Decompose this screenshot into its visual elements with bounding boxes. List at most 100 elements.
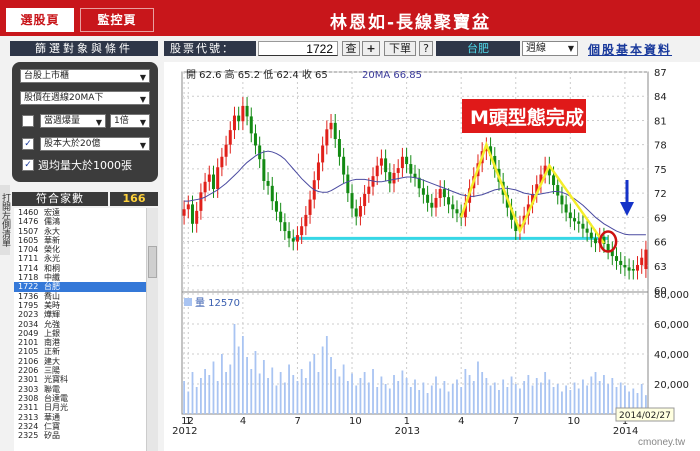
candle-body [577,221,581,224]
volume-bar [561,391,563,414]
stock-list-item[interactable]: 2105 正新 [14,347,146,356]
stock-list-code: 1460 [18,208,39,217]
stock-list-item[interactable]: 1476 儒鴻 [14,217,146,226]
volume-bar [590,376,593,414]
price-condition-select[interactable]: 股價在週線20MA下 ▼ [20,91,150,105]
stock-list-item[interactable]: 1704 榮化 [14,245,146,254]
order-button[interactable]: 下單 [384,41,416,56]
scrollbar-thumb[interactable] [148,246,157,278]
match-count-value: 166 [110,192,158,206]
candle-body [224,144,228,157]
candle-body [321,145,325,163]
candle-body [207,174,211,182]
stock-list-code: 2301 [18,375,39,385]
stock-list-item[interactable]: 2049 上銀 [14,329,146,338]
x-tick-label: 10 [567,416,580,427]
period-select[interactable]: 週線 ▼ [522,41,578,56]
volume-checkbox[interactable] [22,115,34,127]
help-button[interactable]: ? [419,41,433,56]
stock-list-scrollbar[interactable] [146,208,158,451]
stock-list-code: 2313 [18,412,39,422]
stock-list-code: 2101 [18,338,39,348]
volume-bar [603,375,605,414]
volume-bar [183,381,185,414]
stock-code-input[interactable] [258,41,338,56]
market-select[interactable]: 台股上市櫃 ▼ [20,69,150,83]
stock-list-item[interactable]: 2324 仁寶 [14,422,146,431]
candle-body [186,204,190,210]
volume-bar [237,346,240,414]
price-tick-label: 72 [654,189,667,200]
candle-body [241,105,245,122]
avg-volume-label: 週均量大於1000張 [38,159,132,172]
stock-list-code: 1718 [18,273,39,283]
candle-body [249,116,253,134]
volume-bar [258,373,261,414]
stock-list-item[interactable]: 2101 南港 [14,338,146,347]
stock-list-name: 正新 [44,347,60,357]
volume-bar [388,388,391,414]
capital-select[interactable]: 股本大於20億 ▼ [40,137,150,151]
candle-body [388,172,392,184]
stock-list-item[interactable]: 1460 宏遠 [14,208,146,217]
stock-list-item[interactable]: 1711 永光 [14,254,146,263]
candle-body [203,181,207,193]
candle-body [430,202,434,208]
stock-list-item[interactable]: 1795 美時 [14,301,146,310]
stock-list-item[interactable]: 1507 永大 [14,227,146,236]
volume-bar [414,379,416,414]
stock-list-item[interactable]: 1605 華新 [14,236,146,245]
volume-option-select[interactable]: 當週爆量 ▼ [40,114,106,128]
candle-body [342,156,346,175]
stock-list-code: 1605 [18,235,39,245]
stock-list-item[interactable]: 1736 喬山 [14,292,146,301]
volume-bar [325,336,328,414]
candle-body [283,222,287,232]
tab-stock-picker[interactable]: 選股頁 [6,8,74,32]
candle-body [295,235,299,242]
x-tick-label: 4 [240,416,246,427]
volume-multiple-select[interactable]: 1倍 ▼ [110,114,150,128]
volume-bar [359,378,362,414]
candle-body [568,212,572,219]
market-select-value: 台股上市櫃 [24,71,70,81]
chevron-down-icon: ▼ [139,118,146,127]
stock-list-item[interactable]: 2106 建大 [14,357,146,366]
tab-monitor[interactable]: 監控頁 [80,8,154,32]
stock-list-item[interactable]: 2034 允強 [14,320,146,329]
volume-bar [363,372,366,414]
stock-list-item[interactable]: 2313 華通 [14,413,146,422]
volume-bar [296,381,299,414]
x-tick-label: 4 [458,416,464,427]
candle-body [190,204,194,224]
stock-list-item[interactable]: 2303 聯電 [14,385,146,394]
open-side-list-tab[interactable]: 打開左側清單 [0,185,10,255]
volume-bar [472,381,475,414]
add-button[interactable]: + [362,41,380,56]
stock-list-item[interactable]: 1722 台肥 [14,282,146,292]
candle-body [556,185,560,196]
candle-body [619,260,623,265]
stock-list-item[interactable]: 1714 和桐 [14,264,146,273]
volume-bar [451,384,454,414]
stock-list-code: 1704 [18,245,39,255]
candle-body [400,156,404,169]
candle-body [220,156,224,168]
volume-bar [275,385,278,414]
stock-list-item[interactable]: 2308 台達電 [14,394,146,403]
volume-bar [195,387,198,414]
stock-list-item[interactable]: 2311 日月光 [14,403,146,412]
volume-bar [418,390,421,414]
stock-list-item[interactable]: 2301 光寶科 [14,375,146,384]
stock-list-item[interactable]: 2023 燁輝 [14,310,146,319]
query-button[interactable]: 查 [342,41,360,56]
stock-list-item[interactable]: 1718 中纖 [14,273,146,282]
volume-bar [372,369,374,414]
capital-checkbox[interactable]: ✓ [22,138,34,150]
stock-list-name: 美時 [44,300,60,310]
volume-bar [384,384,387,414]
avg-volume-checkbox[interactable]: ✓ [22,159,34,171]
stock-info-link[interactable]: 個股基本資料 [588,41,672,58]
stock-list-item[interactable]: 2206 三陽 [14,366,146,375]
stock-list-item[interactable]: 2325 矽品 [14,431,146,440]
